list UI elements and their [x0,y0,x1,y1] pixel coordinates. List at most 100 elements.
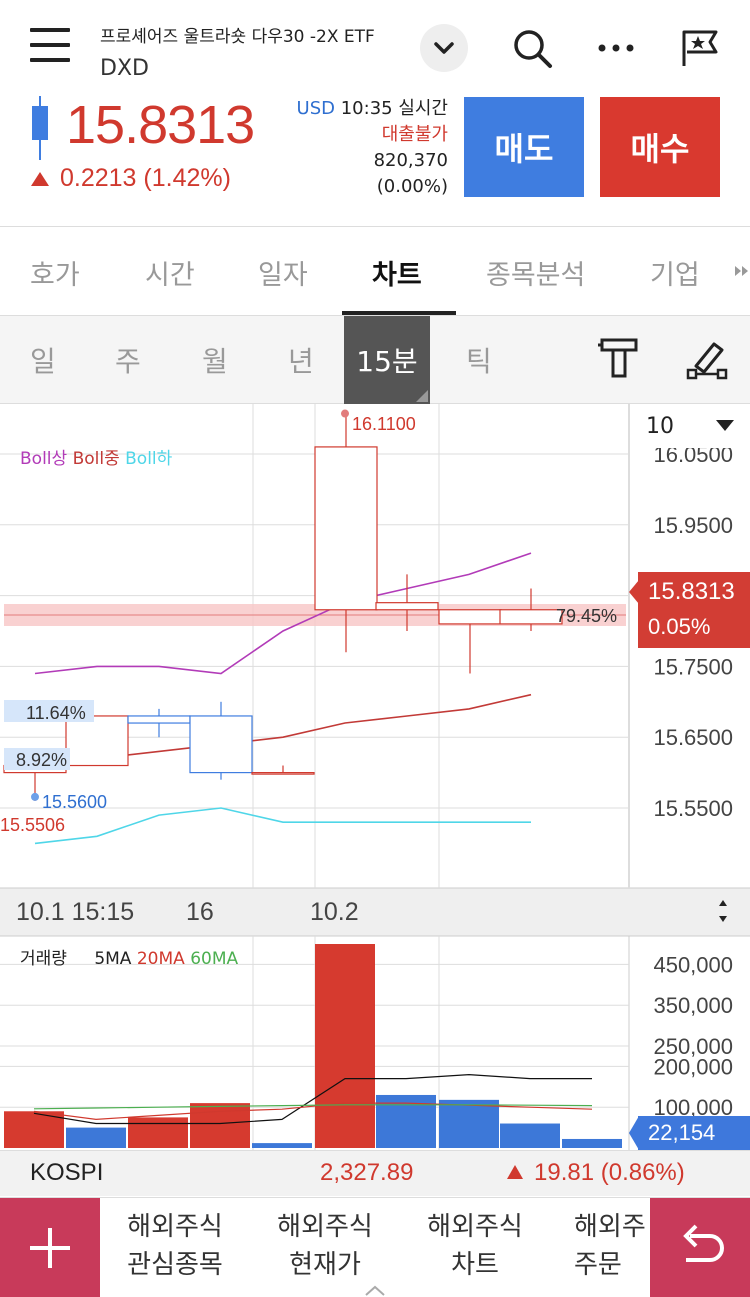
legend-boll-middle: Boll중 [72,449,120,469]
candle-body [438,609,502,625]
nav-chart[interactable]: 해외주식 차트 [400,1208,550,1284]
volume-tick-label: 450,000 [653,952,733,977]
index-change: 19.81 (0.86%) [506,1159,685,1187]
undo-icon [683,1224,724,1262]
index-value: 2,327.89 [320,1159,414,1186]
flag-star-icon[interactable] [676,24,724,72]
candle-body [65,715,129,767]
high-marker [341,409,349,418]
tab-daily[interactable]: 일자 [258,253,308,292]
current-volume-tag: 22,154 [629,1116,750,1150]
indicator-tool-icon[interactable] [598,336,640,384]
tag-pointer-icon [629,580,639,604]
nav-order-line1: 해외주 [574,1212,646,1242]
vol-tag-pointer-icon [629,1116,639,1150]
legend-boll-upper: Boll상 [20,449,68,469]
chevron-down-icon[interactable] [420,24,468,72]
low-label-1: 15.5600 [42,792,107,812]
index-up-icon [507,1165,523,1179]
nav-watchlist[interactable]: 해외주식 관심종목 [100,1208,250,1284]
x-axis-label: 16 [186,898,214,926]
candle-body [127,715,191,724]
search-icon[interactable] [508,24,556,72]
period-day[interactable]: 일 [30,340,56,380]
period-15min-label: 15분 [356,345,418,378]
tab-orderbook[interactable]: 호가 [30,253,80,292]
current-price-tag-value: 15.8313 [648,578,735,605]
quote-info: USD 10:35 실시간 대출불가 820,370 (0.00%) [297,96,448,200]
period-tabs: 일 주 월 년 15분 틱 [0,316,750,404]
legend-boll-lower: Boll하 [125,449,173,469]
bollinger-legend: Boll상 Boll중 Boll하 [20,444,172,469]
low-marker [31,792,39,801]
candle-icon [30,96,50,160]
price-tick-label: 15.5500 [653,796,733,821]
period-week[interactable]: 주 [115,340,141,380]
scroll-right-icon[interactable] [734,263,750,283]
period-year[interactable]: 년 [288,340,314,380]
time-status: 10:35 실시간 [340,98,448,119]
price-tick-label: 15.9500 [653,513,733,538]
period-15min[interactable]: 15분 [344,316,430,404]
buy-button[interactable]: 매수 [600,97,720,197]
candle-body [499,609,563,625]
price-tick-label: 15.6500 [653,725,733,750]
chevron-up-icon[interactable] [364,1282,386,1297]
volume-bar [562,1138,622,1148]
pct-label-1: 11.64% [26,703,86,723]
stock-name: 프로셰어즈 울트라숏 다우30 -2X ETF [100,27,375,47]
active-tab-indicator [342,311,456,315]
volume-legend: 거래량 5MA 20MA 60MA [20,944,238,969]
main-tabs: 호가 시간 일자 차트 종목분석 기업 [0,226,750,316]
volume-bar [500,1123,560,1148]
volume-bar [128,1117,188,1148]
period-month[interactable]: 월 [202,340,228,380]
candle-body [189,715,253,774]
chart-area[interactable]: 16.0500 15.9500 15.7500 15.6500 15.5500 16.11… [0,404,750,1150]
index-name: KOSPI [30,1159,104,1186]
x-axis-label: 10.1 15:15 [16,898,134,926]
currency: USD [296,98,335,119]
low-label-2: 15.5506 [0,815,65,835]
index-bar[interactable]: KOSPI 2,327.89 19.81 (0.86%) [0,1150,750,1196]
nav-order-line2: 주문 [574,1250,622,1280]
price-change-value: 0.2213 (1.42%) [60,164,231,192]
more-icon[interactable] [592,24,640,72]
stock-code: DXD [100,56,149,81]
current-price-tag-pct: 0.05% [648,614,711,639]
tab-company[interactable]: 기업 [650,253,700,292]
tab-chart[interactable]: 차트 [372,253,422,292]
period-tick[interactable]: 틱 [466,340,492,380]
back-button[interactable] [650,1198,750,1297]
volume-bar [252,1143,312,1148]
volume-bar [315,944,375,1148]
nav-current-price-line2: 현재가 [289,1250,361,1280]
price-tick-label: 15.7500 [653,654,733,679]
nav-watchlist-line1: 해외주식 [127,1212,223,1242]
pct-label-3: 79.45% [556,606,617,626]
volume-bar [190,1103,250,1148]
candle-body [314,446,378,611]
nav-order[interactable]: 해외주 주문 [550,1208,650,1284]
period-count: 10 [646,414,674,439]
stock-header: 프로셰어즈 울트라숏 다우30 -2X ETF DXD 15.8313 0.22… [0,0,750,226]
legend-volume: 거래량 [20,949,67,969]
tab-analysis[interactable]: 종목분석 [486,253,585,292]
add-menu-button[interactable] [0,1198,100,1297]
draw-tool-icon[interactable] [686,336,730,384]
volume-tick-label: 200,000 [653,1054,733,1079]
tab-time[interactable]: 시간 [145,253,195,292]
period-count-select[interactable]: 10 [630,404,750,448]
high-label: 16.1100 [352,414,416,434]
loan-status: 대출불가 [381,124,448,145]
nav-watchlist-line2: 관심종목 [127,1250,223,1280]
nav-current-price[interactable]: 해외주식 현재가 [250,1208,400,1284]
volume-bar [439,1099,499,1148]
menu-icon[interactable] [30,28,70,64]
price-chart[interactable]: 16.050015.950015.750015.650015.550016.11… [0,404,750,1150]
triangle-up-icon [31,172,49,187]
volume-pct: (0.00%) [376,176,448,197]
sell-button[interactable]: 매도 [464,97,584,197]
current-price: 15.8313 [66,95,255,155]
candle-body [375,602,439,611]
